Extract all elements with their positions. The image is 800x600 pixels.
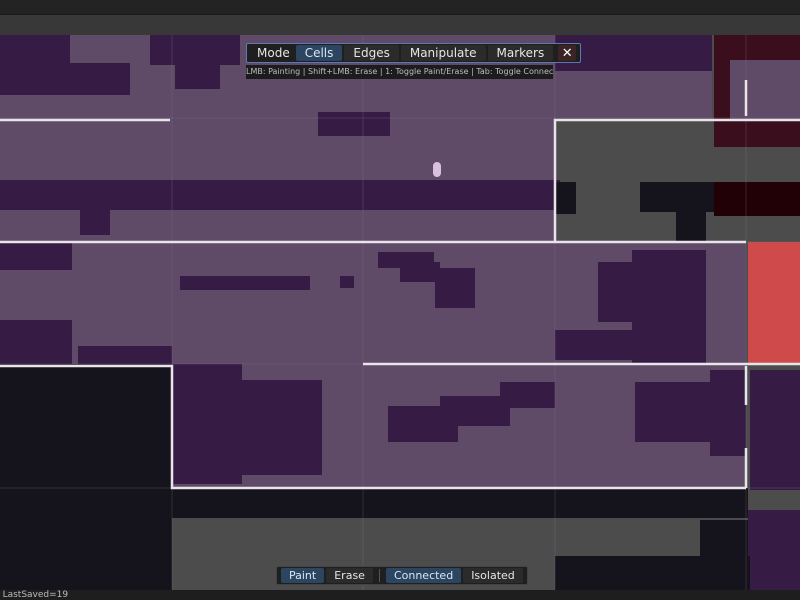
highlighted-cell[interactable] bbox=[748, 242, 800, 364]
status-bar: 9 LastSaved=19 bbox=[0, 590, 800, 600]
status-text: 9 LastSaved=19 bbox=[0, 590, 69, 600]
toolbar-separator bbox=[378, 569, 380, 582]
mode-label: Mode bbox=[257, 46, 290, 60]
inset-room bbox=[730, 60, 800, 120]
close-button[interactable]: ✕ bbox=[558, 45, 577, 61]
editor-window: Mode Cells Edges Manipulate Markers ✕ LM… bbox=[0, 0, 800, 600]
title-bar bbox=[0, 0, 800, 15]
erase-button[interactable]: Erase bbox=[326, 568, 373, 583]
dark-red-strip bbox=[714, 182, 800, 216]
tab-cells[interactable]: Cells bbox=[295, 45, 343, 61]
isolated-button[interactable]: Isolated bbox=[463, 568, 523, 583]
paint-button[interactable]: Paint bbox=[281, 568, 325, 583]
cursor-marker bbox=[433, 162, 441, 177]
map-canvas[interactable] bbox=[0, 35, 800, 590]
tab-edges[interactable]: Edges bbox=[344, 45, 399, 61]
brush-toolbar: Paint Erase Connected Isolated bbox=[276, 566, 528, 585]
tab-manipulate[interactable]: Manipulate bbox=[400, 45, 486, 61]
hint-bar: LMB: Painting | Shift+LMB: Erase | 1: To… bbox=[246, 65, 553, 79]
connected-button[interactable]: Connected bbox=[385, 568, 462, 583]
mode-toolbar: Mode Cells Edges Manipulate Markers ✕ bbox=[246, 43, 582, 63]
close-icon: ✕ bbox=[561, 45, 573, 61]
map-grid[interactable] bbox=[0, 35, 800, 590]
tab-strip bbox=[0, 15, 800, 35]
tab-markers[interactable]: Markers bbox=[487, 45, 554, 61]
